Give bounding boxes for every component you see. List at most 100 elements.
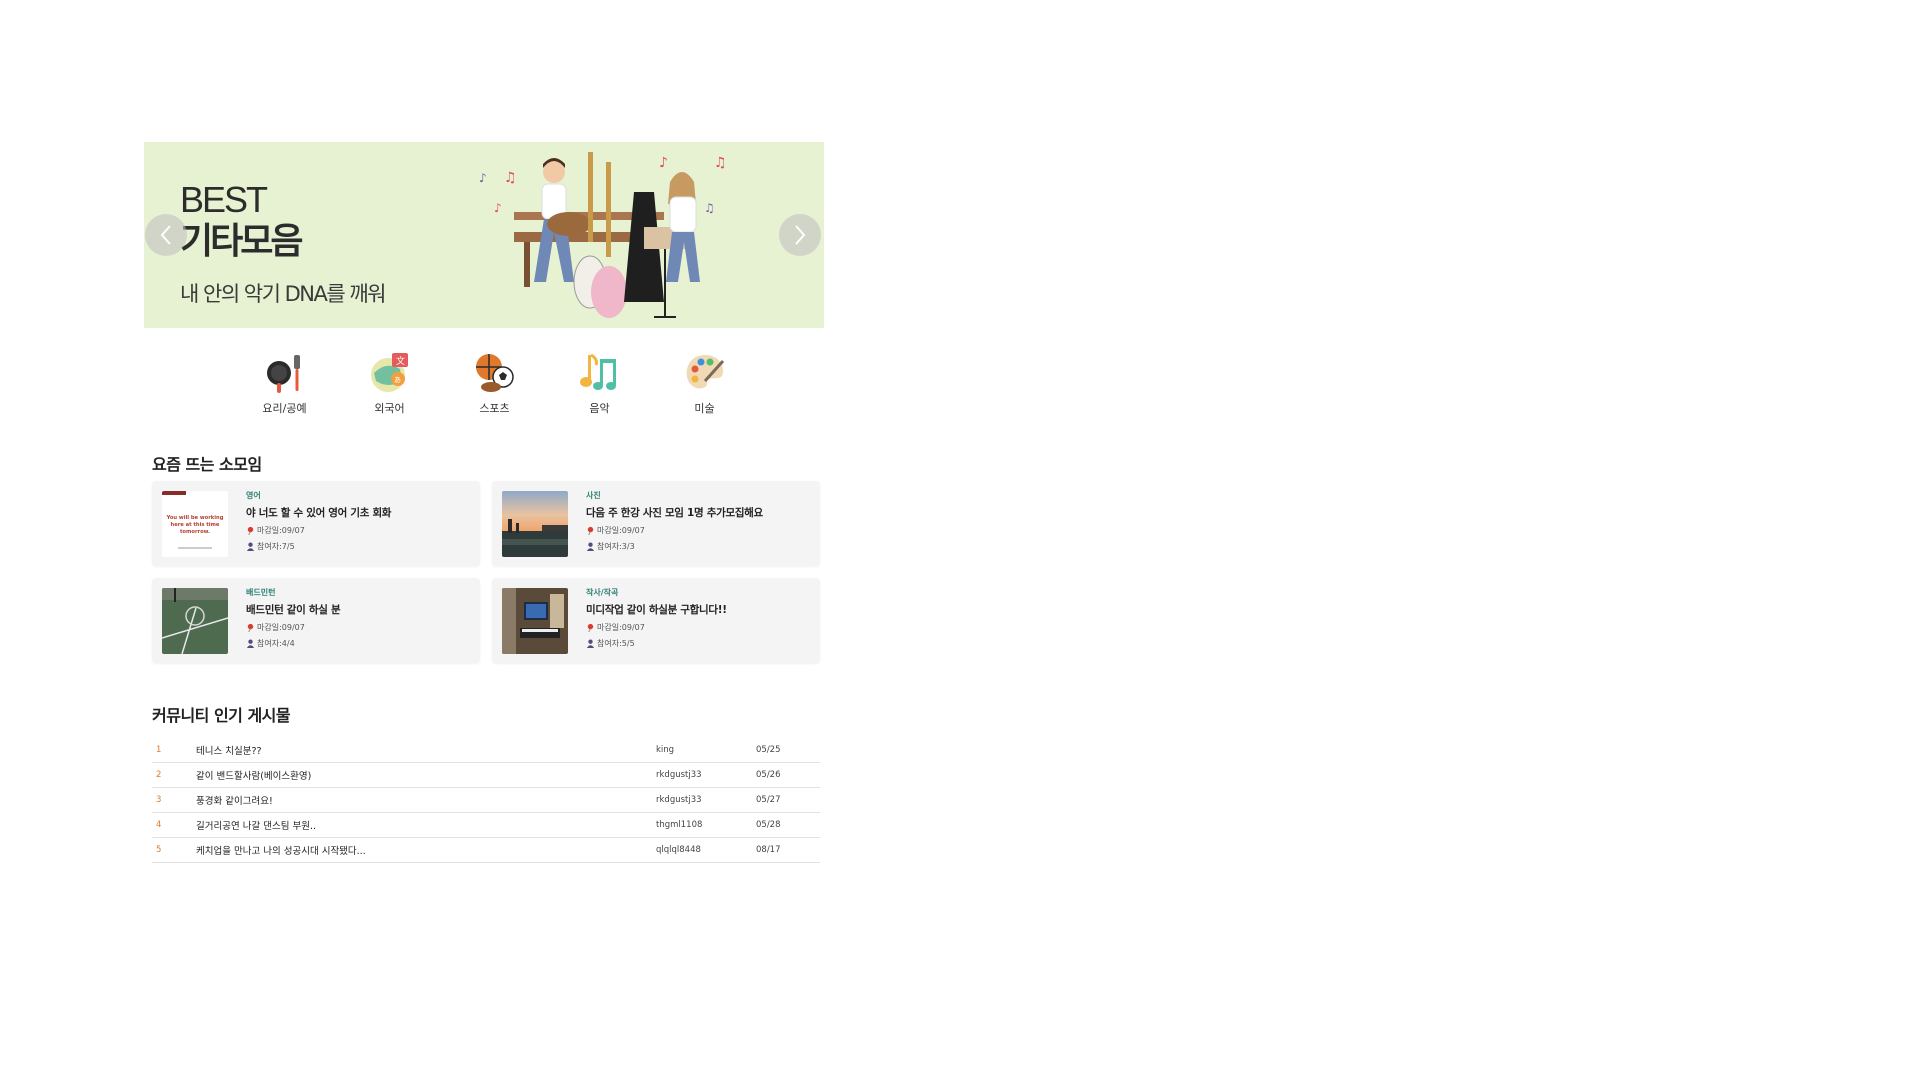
post-title[interactable]: 길거리공연 나갈 댄스팀 부원..: [196, 818, 656, 832]
palette-icon: [682, 350, 728, 396]
meetup-members-label: 참여자:: [597, 542, 622, 551]
chevron-right-icon: [795, 225, 806, 245]
meetup-deadline-label: 마감일:: [597, 623, 622, 632]
meetup-deadline: 마감일: 09/07: [586, 622, 727, 633]
post-rank: 1: [156, 745, 162, 755]
post-rank: 3: [156, 795, 162, 805]
banner-subtitle: 내 안의 악기 DNA를 깨워: [180, 282, 387, 306]
category-art[interactable]: 미술: [652, 350, 757, 416]
post-rank: 5: [156, 845, 162, 855]
meetup-deadline-label: 마감일:: [257, 623, 282, 632]
meetup-members-value: 5/5: [621, 639, 635, 648]
post-author: qlqlql8448: [656, 845, 701, 855]
category-label: 미술: [694, 402, 715, 415]
meetup-title: 야 너도 할 수 있어 영어 기초 회화: [246, 507, 392, 519]
post-title[interactable]: 풍경화 같이그려요!: [196, 793, 656, 807]
post-rank: 4: [156, 820, 162, 830]
meetup-deadline-value: 09/07: [621, 623, 645, 632]
meetup-thumbnail: [502, 587, 568, 654]
category-label: 음악: [589, 402, 610, 415]
meetup-deadline: 마감일: 09/07: [246, 622, 340, 633]
banner-best-label: BEST: [180, 179, 268, 220]
category-language[interactable]: 文 あ 외국어: [337, 350, 442, 416]
meetup-info: 사진 다음 주 한강 사진 모임 1명 추가모집해요 마감일: 09/07 참여…: [586, 490, 763, 557]
category-label: 요리/공예: [262, 402, 307, 415]
page: BEST 기타모음 내 안의 악기 DNA를 깨워 ♫ ♪ ♪ ♫ ♫ ♪ 요리…: [0, 0, 1920, 1080]
music-notes-icon: [577, 350, 623, 396]
meetups-section-title: 요즘 뜨는 소모임: [152, 455, 262, 474]
post-title[interactable]: 케치업을 만나고 나의 성공시대 시작됐다...: [196, 843, 656, 857]
meetup-title: 배드민턴 같이 하실 분: [246, 604, 341, 616]
meetup-members-label: 참여자:: [597, 639, 622, 648]
category-label: 스포츠: [479, 402, 510, 415]
post-row[interactable]: 3 풍경화 같이그려요! rkdgustj33 05/27: [152, 788, 820, 813]
pushpin-icon: [587, 623, 594, 632]
post-author: rkdgustj33: [656, 770, 702, 780]
meetup-thumbnail: [162, 587, 228, 654]
svg-text:♫: ♫: [504, 170, 517, 186]
category-cooking[interactable]: 요리/공예: [232, 350, 337, 416]
meetup-deadline-label: 마감일:: [597, 526, 622, 535]
post-date: 05/25: [756, 745, 781, 755]
community-post-list: 1 테니스 치실분?? king 05/25 2 같이 밴드할사람(베이스환영)…: [152, 738, 820, 863]
meetup-deadline-value: 09/07: [281, 623, 305, 632]
pushpin-icon: [247, 526, 254, 535]
post-title[interactable]: 테니스 치실분??: [196, 743, 656, 757]
meetup-category: 작사/작곡: [586, 588, 619, 597]
banner-carousel[interactable]: BEST 기타모음 내 안의 악기 DNA를 깨워 ♫ ♪ ♪ ♫ ♫ ♪: [144, 142, 824, 328]
meetup-members: 참여자: 3/3: [586, 541, 763, 552]
person-icon: [246, 542, 255, 551]
post-row[interactable]: 5 케치업을 만나고 나의 성공시대 시작됐다... qlqlql8448 08…: [152, 838, 820, 863]
meetup-card[interactable]: 사진 다음 주 한강 사진 모임 1명 추가모집해요 마감일: 09/07 참여…: [492, 481, 820, 566]
meetup-deadline-label: 마감일:: [257, 526, 282, 535]
meetup-members-value: 4/4: [281, 639, 295, 648]
chevron-left-icon: [160, 225, 171, 245]
svg-text:here at this time: here at this time: [171, 522, 220, 528]
meetup-card[interactable]: 작사/작곡 미디작업 같이 하실분 구합니다!! 마감일: 09/07 참여자:…: [492, 578, 820, 663]
category-label: 외국어: [374, 402, 405, 415]
person-icon: [586, 542, 595, 551]
meetup-title: 미디작업 같이 하실분 구합니다!!: [586, 604, 727, 616]
svg-text:文: 文: [396, 355, 405, 367]
meetup-card[interactable]: You will be working here at this time to…: [152, 481, 480, 566]
meetup-members: 참여자: 4/4: [246, 638, 340, 649]
post-row[interactable]: 4 길거리공연 나갈 댄스팀 부원.. thgml1108 05/28: [152, 813, 820, 838]
post-title[interactable]: 같이 밴드할사람(베이스환영): [196, 768, 656, 782]
meetup-members-label: 참여자:: [257, 542, 282, 551]
post-row[interactable]: 1 테니스 치실분?? king 05/25: [152, 738, 820, 763]
svg-text:あ: あ: [394, 376, 401, 384]
meetup-members-value: 7/5: [281, 542, 295, 551]
meetup-deadline: 마감일: 09/07: [246, 525, 391, 536]
meetup-members: 참여자: 7/5: [246, 541, 391, 552]
pushpin-icon: [247, 623, 254, 632]
meetup-members: 참여자: 5/5: [586, 638, 727, 649]
svg-text:♫: ♫: [714, 155, 727, 171]
banner-text: BEST 기타모음 내 안의 악기 DNA를 깨워: [180, 179, 387, 308]
post-author: thgml1108: [656, 820, 703, 830]
banner-title: 기타모음: [180, 221, 303, 262]
meetup-category: 사진: [586, 491, 601, 500]
category-sports[interactable]: 스포츠: [442, 350, 547, 416]
language-globe-icon: 文 あ: [367, 350, 413, 396]
post-row[interactable]: 2 같이 밴드할사람(베이스환영) rkdgustj33 05/26: [152, 763, 820, 788]
banner-illustration: ♫ ♪ ♪ ♫ ♫ ♪: [479, 152, 727, 318]
svg-text:tomorrow.: tomorrow.: [180, 529, 210, 535]
post-date: 05/28: [756, 820, 781, 830]
meetup-card[interactable]: 배드민턴 배드민턴 같이 하실 분 마감일: 09/07 참여자: 4/4: [152, 578, 480, 663]
carousel-next-button[interactable]: [779, 214, 821, 256]
sports-balls-icon: [472, 350, 518, 396]
meetup-title: 다음 주 한강 사진 모임 1명 추가모집해요: [586, 507, 763, 519]
person-icon: [246, 639, 255, 648]
post-rank: 2: [156, 770, 162, 780]
svg-text:You will be working: You will be working: [166, 515, 224, 521]
post-date: 05/26: [756, 770, 781, 780]
meetup-thumbnail: [502, 490, 568, 557]
category-music[interactable]: 음악: [547, 350, 652, 416]
person-icon: [586, 639, 595, 648]
post-date: 05/27: [756, 795, 781, 805]
category-menu: 요리/공예 文 あ 외국어 스포츠 음악 미술: [232, 350, 757, 416]
meetup-category: 영어: [246, 491, 261, 500]
community-section-title: 커뮤니티 인기 게시물: [152, 706, 291, 725]
carousel-prev-button[interactable]: [145, 214, 187, 256]
meetup-category: 배드민턴: [246, 588, 276, 597]
